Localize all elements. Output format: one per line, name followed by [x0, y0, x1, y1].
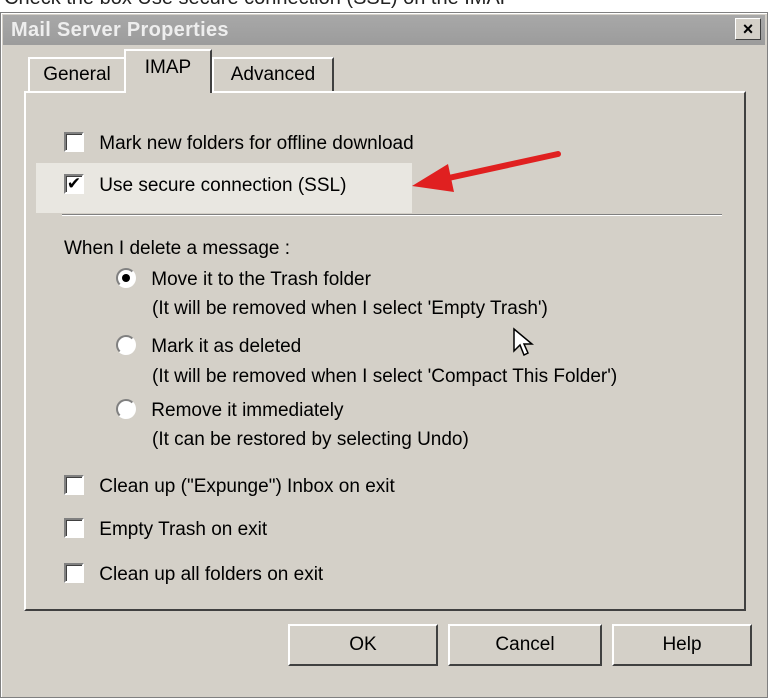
- mark-deleted-note: (It will be removed when I select 'Compa…: [152, 366, 618, 387]
- expunge-label: Clean up ("Expunge") Inbox on exit: [99, 476, 395, 497]
- remove-now-label: Remove it immediately: [151, 400, 344, 421]
- mouse-cursor-icon: [513, 327, 534, 357]
- checkmark-icon: ✔: [66, 173, 82, 193]
- remove-now-note: (It can be restored by selecting Undo): [152, 429, 469, 450]
- cropped-caption: Check the box Use secure connection (SSL…: [0, 0, 768, 12]
- move-trash-label: Move it to the Trash folder: [151, 269, 371, 290]
- delete-heading: When I delete a message :: [64, 238, 291, 259]
- use-ssl-label: Use secure connection (SSL): [99, 175, 347, 196]
- empty-trash-option[interactable]: Empty Trash on exit: [64, 517, 268, 541]
- cleanup-all-option[interactable]: Clean up all folders on exit: [64, 562, 324, 586]
- mark-deleted-option[interactable]: Mark it as deleted: [116, 334, 302, 358]
- tab-imap[interactable]: IMAP: [124, 49, 212, 93]
- expunge-option[interactable]: Clean up ("Expunge") Inbox on exit: [64, 474, 395, 498]
- empty-trash-checkbox[interactable]: [64, 517, 84, 538]
- use-ssl-checkbox[interactable]: ✔: [64, 173, 84, 194]
- move-trash-note: (It will be removed when I select 'Empty…: [152, 298, 548, 319]
- cancel-button[interactable]: Cancel: [448, 624, 602, 666]
- radio-selected-icon: [122, 273, 130, 282]
- caption-text: Check the box Use secure connection (SSL…: [4, 0, 513, 10]
- tab-general[interactable]: General: [28, 57, 126, 91]
- cleanup-all-checkbox[interactable]: [64, 562, 84, 583]
- expunge-checkbox[interactable]: [64, 474, 84, 495]
- mark-deleted-radio[interactable]: [116, 334, 136, 355]
- ok-button[interactable]: OK: [288, 624, 438, 666]
- separator: [62, 214, 722, 216]
- empty-trash-label: Empty Trash on exit: [99, 519, 268, 540]
- move-trash-option[interactable]: Move it to the Trash folder: [116, 267, 371, 291]
- offline-download-checkbox[interactable]: [64, 131, 84, 152]
- use-ssl-option[interactable]: ✔ Use secure connection (SSL): [64, 173, 347, 197]
- red-arrow-icon: [412, 151, 561, 192]
- tab-advanced[interactable]: Advanced: [212, 57, 334, 91]
- remove-now-option[interactable]: Remove it immediately: [116, 398, 344, 422]
- remove-now-radio[interactable]: [116, 398, 136, 419]
- close-button[interactable]: ×: [735, 18, 761, 40]
- help-button[interactable]: Help: [612, 624, 752, 666]
- title-bar: Mail Server Properties ×: [3, 15, 765, 45]
- offline-download-label: Mark new folders for offline download: [99, 133, 414, 154]
- offline-download-option[interactable]: Mark new folders for offline download: [64, 131, 414, 155]
- move-trash-radio[interactable]: [116, 267, 136, 288]
- mark-deleted-label: Mark it as deleted: [151, 336, 302, 357]
- window-title: Mail Server Properties: [11, 19, 229, 41]
- close-icon: ×: [742, 19, 754, 39]
- cleanup-all-label: Clean up all folders on exit: [99, 564, 324, 585]
